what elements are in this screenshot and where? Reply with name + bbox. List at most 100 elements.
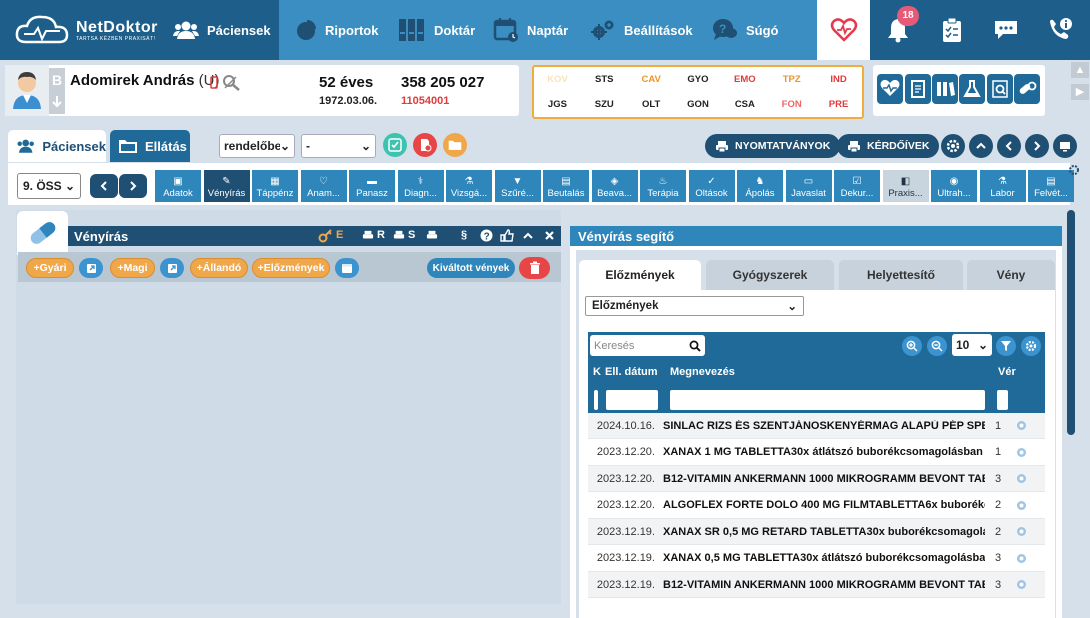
location-select[interactable]: rendelőben⌄: [219, 134, 295, 158]
collapse-button[interactable]: [969, 134, 993, 158]
table-row[interactable]: 2023.12.20. XANAX 1 MG TABLETTA30x átláts…: [588, 440, 1045, 466]
tab-paciensek[interactable]: Páciensek: [8, 130, 106, 162]
module-15[interactable]: ☑ Dekur...: [834, 170, 880, 202]
risk-flag[interactable]: TPZ: [783, 74, 801, 85]
column-k[interactable]: K: [593, 366, 601, 378]
add-magi-button[interactable]: +Magi: [110, 258, 155, 278]
nav-doktar[interactable]: Doktár: [388, 0, 475, 60]
health-button[interactable]: [817, 0, 870, 60]
header-tool-s[interactable]: S: [408, 229, 415, 241]
page-size-select[interactable]: 10 ⌄: [952, 334, 992, 356]
module-3[interactable]: ▦ Táppénz: [252, 170, 298, 202]
second-select[interactable]: - ⌄: [301, 134, 376, 158]
module-14[interactable]: ▭ Javaslat: [785, 170, 832, 202]
nav-naptar[interactable]: Naptár: [483, 0, 568, 60]
row-detail-icon[interactable]: [1011, 526, 1031, 537]
risk-flag[interactable]: IND: [830, 74, 846, 85]
module-12[interactable]: ✓ Oltások: [688, 170, 735, 202]
risk-flag[interactable]: PRE: [829, 99, 849, 110]
filter-select[interactable]: 9. ÖSS ⌄: [17, 173, 81, 199]
filter-name[interactable]: [670, 390, 985, 410]
risk-flag[interactable]: CAV: [641, 74, 660, 85]
nav-riportok[interactable]: Riportok: [285, 0, 378, 60]
tasks-button[interactable]: [924, 0, 979, 60]
module-7[interactable]: ⚗ Vizsgá...: [446, 170, 492, 202]
add-allando-button[interactable]: +Állandó: [190, 258, 248, 278]
help-icon[interactable]: ?: [480, 229, 493, 242]
risk-flag[interactable]: FON: [782, 99, 802, 110]
risk-flag[interactable]: SZU: [595, 99, 614, 110]
messages-button[interactable]: [978, 0, 1033, 60]
quick-document-button[interactable]: [905, 74, 931, 104]
header-tool-paragraph[interactable]: §: [461, 229, 467, 241]
row-detail-icon[interactable]: [1011, 473, 1031, 484]
delete-document-button[interactable]: [413, 133, 437, 157]
risk-flag[interactable]: OLT: [642, 99, 660, 110]
row-detail-icon[interactable]: [1011, 500, 1031, 511]
header-tool-e[interactable]: E: [336, 229, 343, 241]
previous-button[interactable]: [997, 134, 1021, 158]
column-ver[interactable]: Vér: [998, 366, 1016, 378]
printer-icon[interactable]: [393, 230, 405, 241]
calendar-button[interactable]: [335, 258, 359, 278]
external-link-button-2[interactable]: [160, 258, 184, 278]
quick-search-button[interactable]: [987, 74, 1013, 104]
kerdoivek-button[interactable]: KÉRDŐÍVEK: [837, 134, 940, 158]
tab-ellatas[interactable]: Ellátás: [110, 130, 190, 162]
avatar[interactable]: [5, 65, 49, 116]
tab-veny[interactable]: Vény: [967, 260, 1055, 290]
module-16[interactable]: ◧ Praxis...: [882, 170, 929, 202]
nav-beallitasok[interactable]: Beállítások: [580, 0, 693, 60]
filter-date[interactable]: [606, 390, 658, 410]
risk-flag[interactable]: STS: [595, 74, 613, 85]
logo[interactable]: NetDoktor TARTSA KÉZBEN PRAXISÁT!: [0, 0, 163, 60]
module-2[interactable]: ✎ Vényírás: [203, 170, 250, 202]
check-button[interactable]: [383, 133, 407, 157]
next-button[interactable]: [1025, 134, 1049, 158]
risk-flag[interactable]: GON: [687, 99, 709, 110]
external-link-button[interactable]: [79, 258, 103, 278]
add-gyari-button[interactable]: +Gyári: [26, 258, 74, 278]
insurance-status-icon[interactable]: [222, 74, 242, 92]
row-detail-icon[interactable]: [1011, 420, 1031, 431]
column-name[interactable]: Megnevezés: [670, 366, 735, 378]
history-type-select[interactable]: Előzmények ⌄: [585, 296, 804, 316]
screen-button[interactable]: [1053, 134, 1077, 158]
filter-ver[interactable]: [997, 390, 1008, 410]
module-10[interactable]: ◈ Beava...: [591, 170, 638, 202]
delete-prescription-button[interactable]: [519, 257, 550, 279]
quick-heart-button[interactable]: [877, 74, 903, 104]
patient-letter-box[interactable]: B: [49, 68, 65, 114]
tab-elozmenyek[interactable]: Előzmények: [579, 260, 701, 290]
nyomtatvanyok-button[interactable]: NYOMTATVÁNYOK: [705, 134, 841, 158]
risk-flag[interactable]: KOV: [547, 74, 568, 85]
scroll-down-button[interactable]: ▶: [1071, 84, 1089, 100]
table-row[interactable]: 2023.12.19. B12-VITAMIN ANKERMANN 1000 MI…: [588, 572, 1045, 598]
nav-paciensek[interactable]: Páciensek: [163, 0, 279, 60]
chevron-up-icon[interactable]: [522, 230, 534, 242]
module-9[interactable]: ▤ Beutalás: [543, 170, 589, 202]
zoom-out-button[interactable]: [927, 336, 947, 356]
printer-icon[interactable]: [362, 230, 374, 241]
table-row[interactable]: 2023.12.20. B12-VITAMIN ANKERMANN 1000 MI…: [588, 466, 1045, 492]
tab-gyogyszerek[interactable]: Gyógyszerek: [706, 260, 834, 290]
folder-button[interactable]: [443, 133, 467, 157]
header-tool-r[interactable]: R: [377, 229, 385, 241]
grid-settings-button[interactable]: [1021, 336, 1041, 356]
scroll-up-button[interactable]: ▲: [1071, 62, 1089, 78]
row-detail-icon[interactable]: [1011, 447, 1031, 458]
risk-flag[interactable]: JGS: [548, 99, 567, 110]
filter-k[interactable]: [594, 390, 598, 410]
quick-lab-button[interactable]: [959, 74, 985, 104]
module-8[interactable]: ▼ Szűré...: [494, 170, 541, 202]
contact-info-button[interactable]: [1032, 0, 1087, 60]
kivaltott-venyek-button[interactable]: Kiváltott vények: [427, 258, 515, 278]
close-icon[interactable]: [544, 230, 555, 241]
quick-library-button[interactable]: [932, 74, 958, 104]
printer-icon[interactable]: [426, 230, 438, 241]
module-next-button[interactable]: [119, 174, 147, 198]
nav-sugo[interactable]: ? Súgó: [702, 0, 779, 60]
filter-button[interactable]: [996, 336, 1016, 356]
vertical-scrollbar[interactable]: [1067, 210, 1075, 435]
search-input[interactable]: Keresés: [590, 335, 705, 356]
